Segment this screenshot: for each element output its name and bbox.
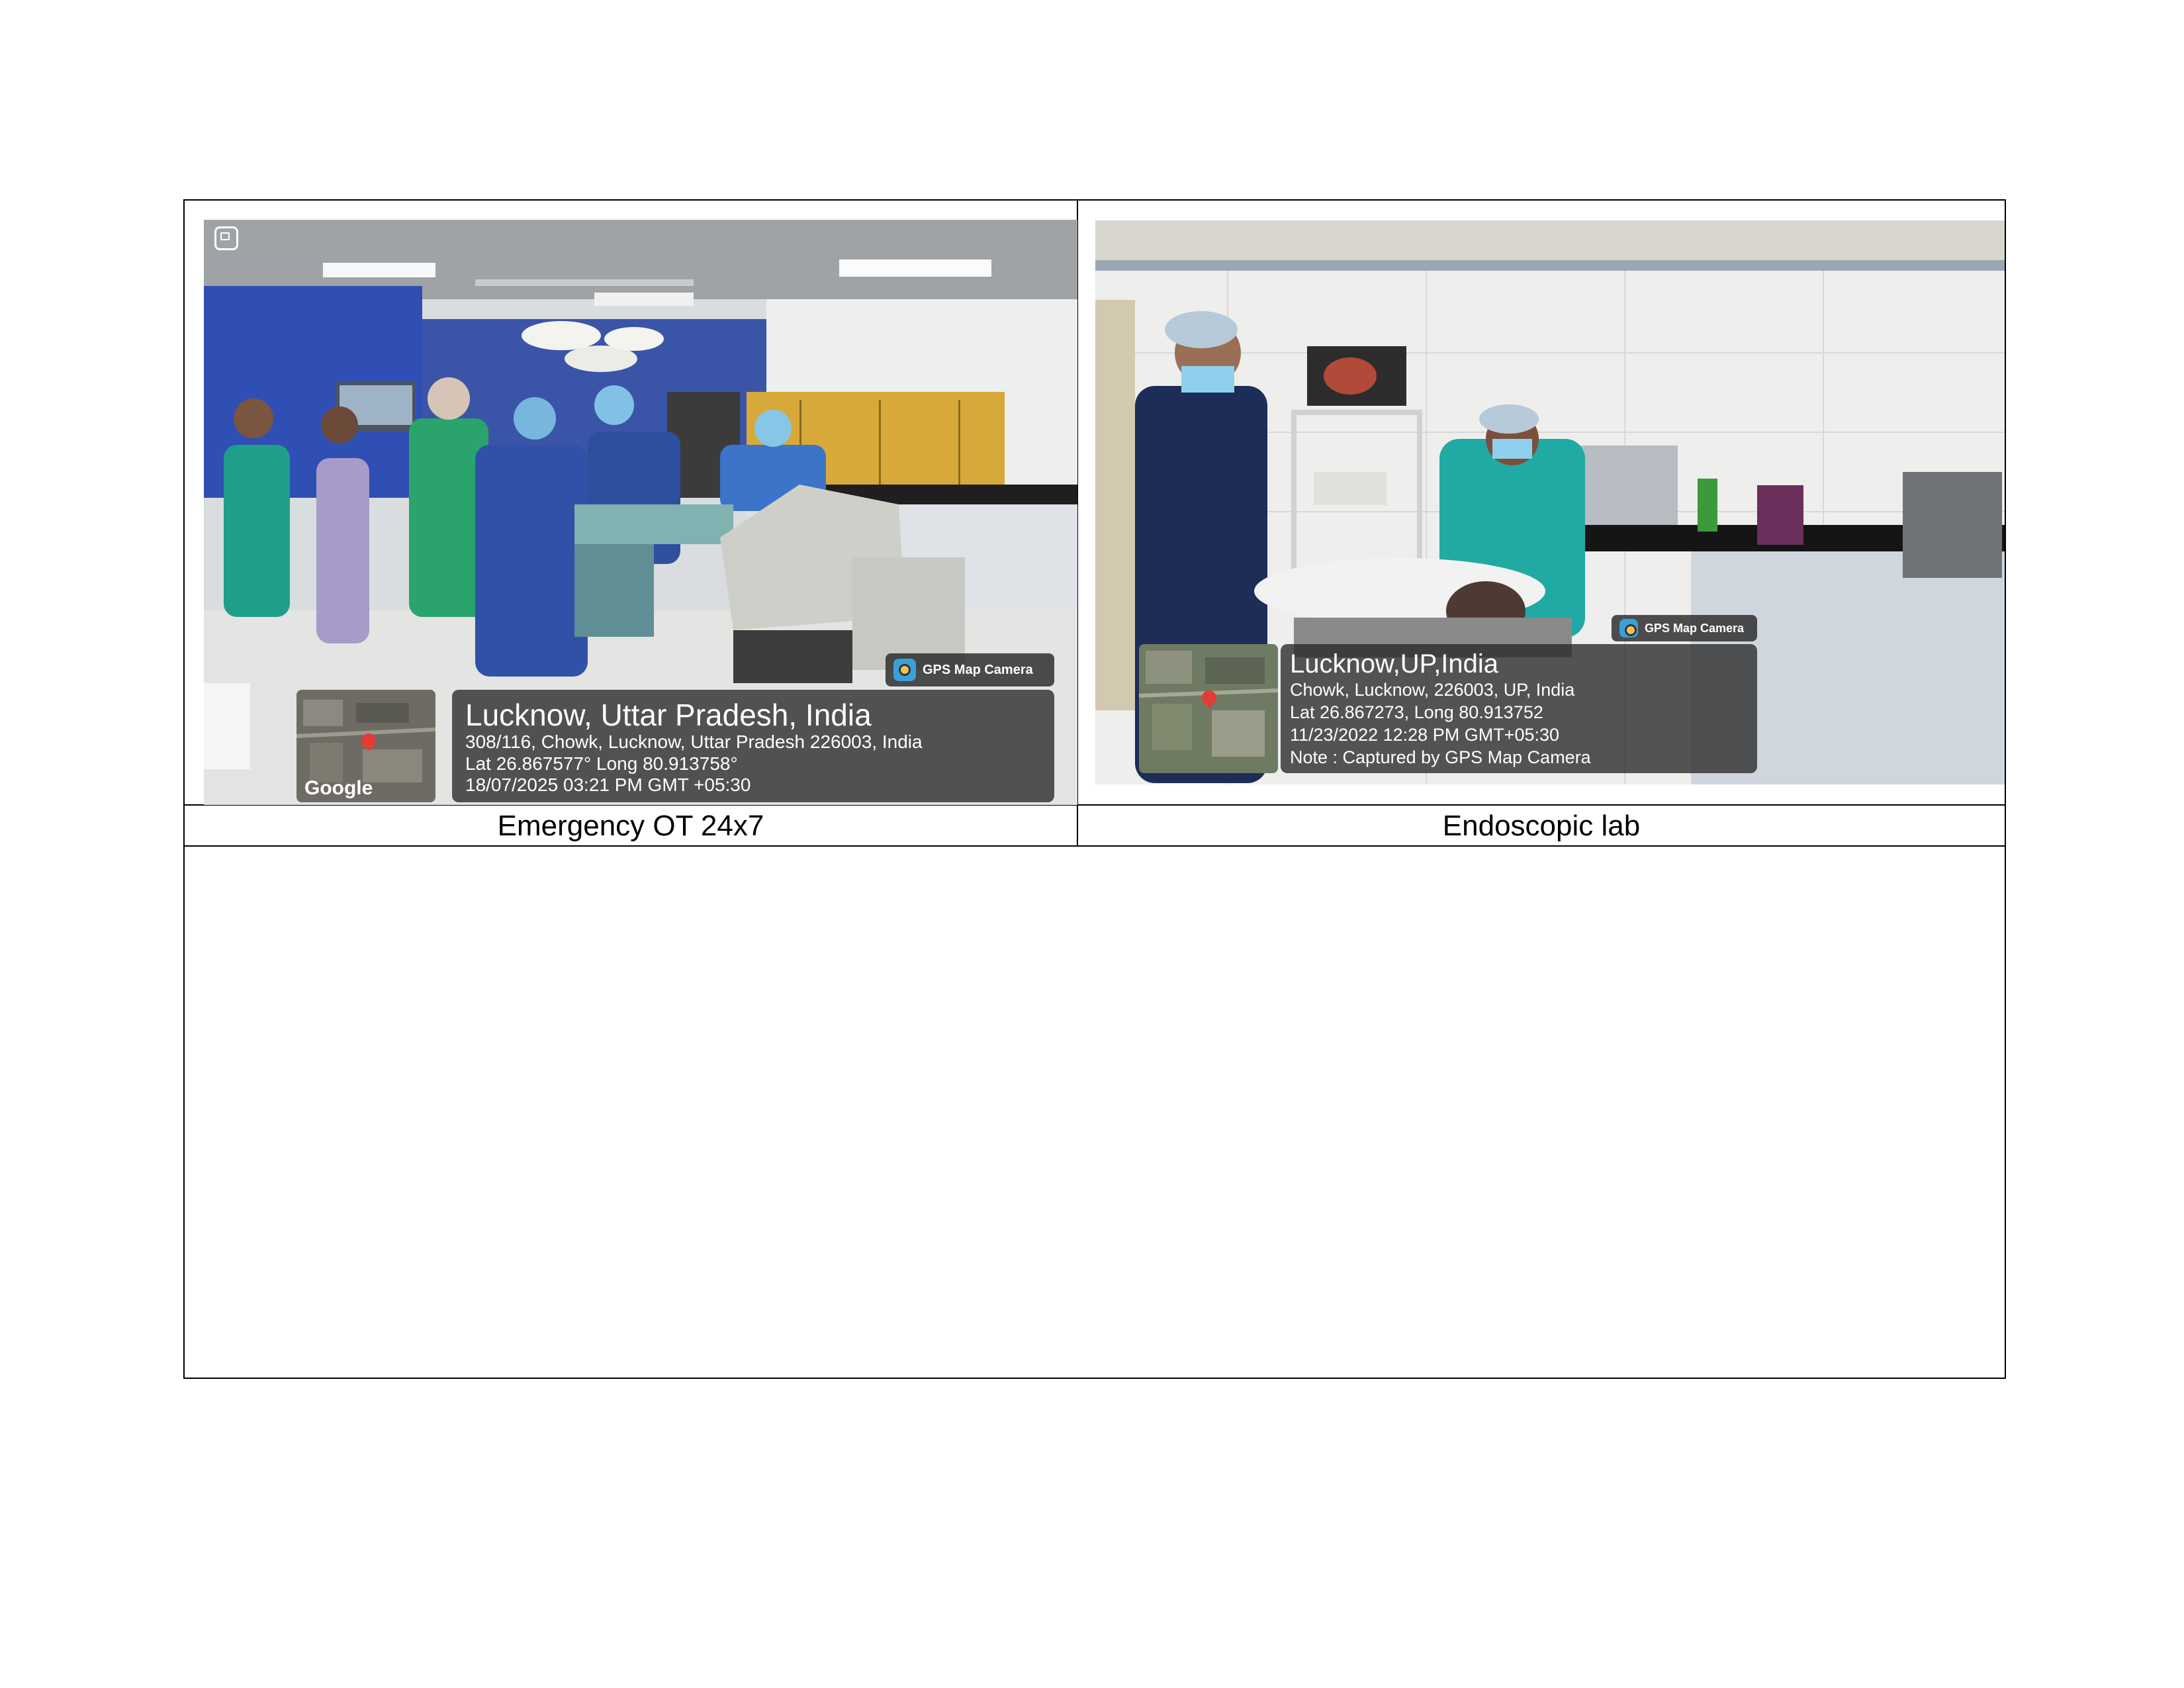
gallery-icon[interactable]	[214, 226, 238, 250]
gps-camera-logo-icon	[893, 659, 916, 681]
photo-endoscopic-lab: GPS Map Camera Lucknow,UP,India Chowk, L…	[1095, 220, 2005, 784]
map-thumbnail: Google	[296, 690, 435, 802]
gps-badge: GPS Map Camera	[886, 653, 1054, 686]
location-coords: Lat 26.867273, Long 80.913752	[1290, 702, 1543, 722]
gps-badge-label: GPS Map Camera	[923, 662, 1033, 677]
map-thumbnail	[1139, 644, 1278, 773]
photo-table: Google GPS Map Camera Lucknow, Uttar Pra…	[183, 199, 2006, 1379]
location-address: Chowk, Lucknow, 226003, UP, India	[1290, 680, 1575, 700]
map-provider-label: Google	[304, 777, 373, 799]
gps-camera-logo-icon	[1619, 619, 1638, 637]
caption-endoscopic-lab: Endoscopic lab	[1442, 810, 1641, 842]
location-title: Lucknow,UP,India	[1290, 649, 1499, 679]
caption-emergency-ot: Emergency OT 24x7	[497, 810, 764, 842]
location-datetime: 11/23/2022 12:28 PM GMT+05:30	[1290, 725, 1560, 745]
location-coords: Lat 26.867577° Long 80.913758°	[465, 753, 738, 774]
location-title: Lucknow, Uttar Pradesh, India	[465, 698, 872, 732]
location-address: 308/116, Chowk, Lucknow, Uttar Pradesh 2…	[465, 731, 923, 752]
location-datetime: 18/07/2025 03:21 PM GMT +05:30	[465, 774, 751, 795]
location-overlay: Lucknow,UP,India Chowk, Lucknow, 226003,…	[1281, 644, 1757, 773]
gps-badge-label: GPS Map Camera	[1645, 621, 1745, 635]
location-overlay: Lucknow, Uttar Pradesh, India 308/116, C…	[452, 690, 1054, 802]
location-note: Note : Captured by GPS Map Camera	[1290, 747, 1591, 767]
photo-emergency-ot: Google GPS Map Camera Lucknow, Uttar Pra…	[204, 220, 1077, 805]
gps-badge: GPS Map Camera	[1612, 615, 1757, 641]
